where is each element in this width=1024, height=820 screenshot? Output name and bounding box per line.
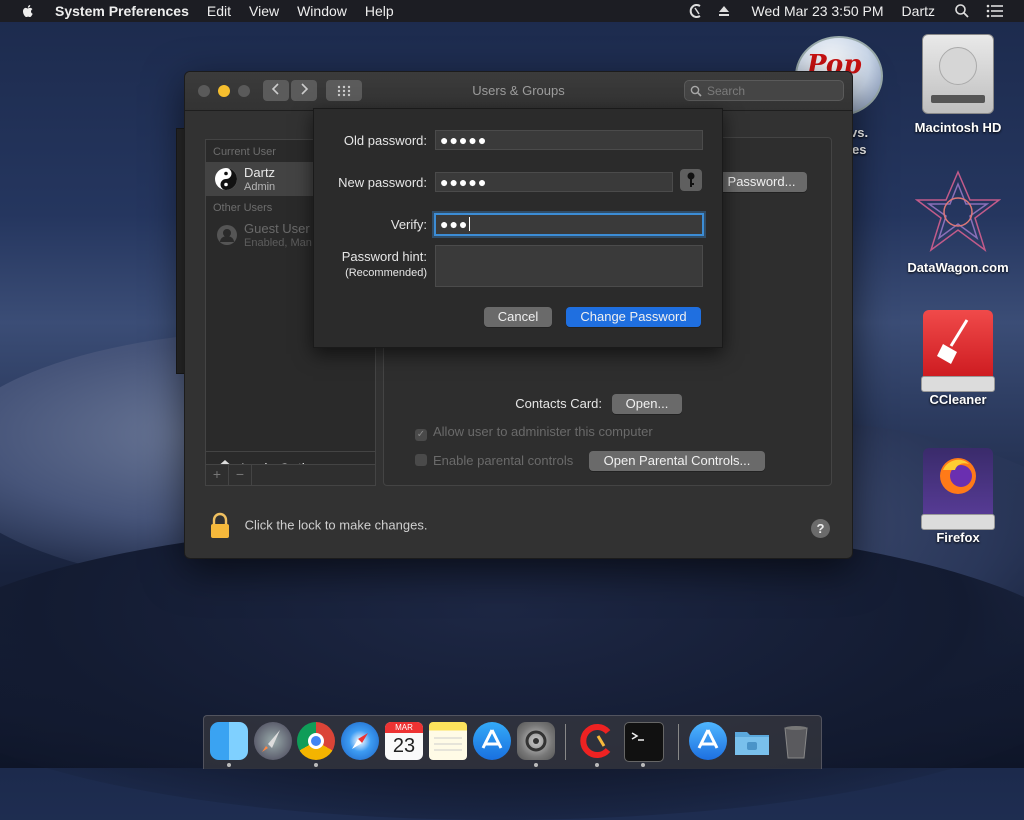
search-field[interactable]: Search bbox=[684, 80, 844, 101]
new-password-field[interactable]: ●●●●● bbox=[435, 172, 673, 192]
cancel-button[interactable]: Cancel bbox=[484, 307, 552, 327]
guest-role: Enabled, Man bbox=[244, 237, 312, 249]
eject-icon[interactable] bbox=[717, 4, 731, 18]
desktop-partial-label-2: es bbox=[852, 142, 867, 157]
running-indicator bbox=[534, 763, 538, 767]
menu-clock[interactable]: Wed Mar 23 3:50 PM bbox=[743, 0, 893, 22]
system-preferences-icon[interactable] bbox=[517, 722, 555, 760]
trash-icon[interactable] bbox=[777, 722, 815, 760]
desktop-icon-label: CCleaner bbox=[929, 392, 987, 407]
open-parental-controls-button[interactable]: Open Parental Controls... bbox=[589, 451, 765, 471]
change-password-confirm-button[interactable]: Change Password bbox=[566, 307, 701, 327]
menu-edit[interactable]: Edit bbox=[198, 0, 240, 22]
dock-divider bbox=[678, 724, 679, 760]
desktop-icon-ccleaner[interactable]: CCleaner bbox=[903, 310, 1013, 407]
menu-view[interactable]: View bbox=[240, 0, 288, 22]
password-hint-label: Password hint: bbox=[341, 249, 427, 264]
running-indicator bbox=[641, 763, 645, 767]
contacts-open-button[interactable]: Open... bbox=[612, 394, 682, 414]
launchpad-icon[interactable] bbox=[254, 722, 292, 760]
change-password-button[interactable]: Password... bbox=[716, 172, 807, 192]
calendar-month: MAR bbox=[385, 722, 423, 733]
spotlight-search-icon[interactable] bbox=[954, 3, 970, 19]
remove-user-button[interactable]: − bbox=[229, 465, 252, 485]
change-password-sheet: Old password: ●●●●● New password: ●●●●● … bbox=[313, 108, 723, 348]
search-icon bbox=[690, 85, 702, 97]
checkmark-icon: ✓ bbox=[415, 429, 427, 441]
datawagon-star-icon bbox=[915, 170, 1001, 252]
ccleaner-broom-icon bbox=[921, 310, 995, 392]
downloads-folder-icon[interactable] bbox=[733, 722, 771, 760]
old-password-field[interactable]: ●●●●● bbox=[435, 130, 703, 150]
desktop-icon-label: Firefox bbox=[936, 530, 980, 545]
app-store-icon[interactable] bbox=[473, 722, 511, 760]
menu-bar: System Preferences Edit View Window Help… bbox=[0, 0, 1024, 22]
menu-window[interactable]: Window bbox=[288, 0, 356, 22]
verify-label: Verify: bbox=[390, 217, 427, 232]
desktop-icon-label: Macintosh HD bbox=[914, 120, 1002, 135]
allow-admin-checkbox[interactable]: ✓ Allow user to administer this computer bbox=[415, 424, 653, 441]
guest-avatar-icon bbox=[217, 225, 237, 245]
lock-text: Click the lock to make changes. bbox=[244, 517, 428, 533]
guest-name: Guest User bbox=[244, 221, 310, 236]
add-remove-bar: + − bbox=[205, 464, 376, 486]
password-hint-field[interactable] bbox=[435, 245, 703, 287]
yin-yang-avatar-icon bbox=[215, 168, 237, 190]
menu-app-name[interactable]: System Preferences bbox=[46, 0, 198, 22]
verify-password-field[interactable]: ●●● bbox=[434, 213, 704, 236]
notes-icon[interactable] bbox=[429, 722, 467, 760]
finder-icon[interactable] bbox=[210, 722, 248, 760]
checkbox-box bbox=[415, 454, 427, 466]
desktop-icon-datawagon[interactable]: DataWagon.com bbox=[903, 170, 1013, 275]
running-indicator bbox=[314, 763, 318, 767]
apple-menu-icon[interactable] bbox=[20, 3, 36, 19]
menu-help[interactable]: Help bbox=[356, 0, 403, 22]
hard-drive-icon bbox=[922, 34, 994, 114]
dock: MAR 23 bbox=[203, 715, 822, 769]
running-indicator bbox=[595, 763, 599, 767]
running-indicator bbox=[227, 763, 231, 767]
allow-admin-label: Allow user to administer this computer bbox=[433, 424, 653, 439]
password-hint-sublabel: (Recommended) bbox=[345, 267, 427, 279]
user-name: Dartz bbox=[244, 165, 276, 180]
notification-center-icon[interactable] bbox=[986, 4, 1004, 18]
key-icon bbox=[687, 172, 695, 187]
search-placeholder: Search bbox=[707, 84, 746, 98]
parental-controls-label: Enable parental controls bbox=[433, 453, 574, 468]
menu-user[interactable]: Dartz bbox=[893, 0, 944, 22]
window-titlebar[interactable]: Users & Groups Search bbox=[185, 72, 852, 111]
ccleaner-dock-icon[interactable] bbox=[578, 722, 616, 760]
firefox-icon bbox=[921, 448, 995, 530]
parental-controls-checkbox[interactable]: Enable parental controls bbox=[415, 453, 573, 468]
verify-value: ●●● bbox=[440, 216, 469, 232]
lock-icon bbox=[211, 512, 229, 538]
help-button[interactable]: ? bbox=[811, 519, 830, 538]
text-cursor bbox=[469, 217, 471, 231]
ccleaner-status-icon[interactable] bbox=[687, 2, 705, 20]
contacts-card-label: Contacts Card: bbox=[515, 396, 602, 411]
desktop-icon-label: DataWagon.com bbox=[907, 260, 1009, 275]
add-user-button[interactable]: + bbox=[206, 465, 229, 485]
app-store-folder-icon[interactable] bbox=[689, 722, 727, 760]
new-password-label: New password: bbox=[338, 175, 427, 190]
calendar-day: 23 bbox=[392, 735, 416, 757]
calendar-icon[interactable]: MAR 23 bbox=[385, 722, 423, 760]
password-assistant-button[interactable] bbox=[680, 169, 702, 191]
terminal-icon[interactable] bbox=[624, 722, 664, 762]
desktop-icon-firefox[interactable]: Firefox bbox=[903, 448, 1013, 545]
old-password-label: Old password: bbox=[343, 133, 427, 148]
chrome-icon[interactable] bbox=[297, 722, 335, 760]
lock-row[interactable]: Click the lock to make changes. bbox=[209, 512, 427, 540]
dock-divider bbox=[565, 724, 566, 760]
safari-icon[interactable] bbox=[341, 722, 379, 760]
user-role: Admin bbox=[244, 181, 276, 193]
desktop-icon-macintosh-hd[interactable]: Macintosh HD bbox=[903, 34, 1013, 135]
